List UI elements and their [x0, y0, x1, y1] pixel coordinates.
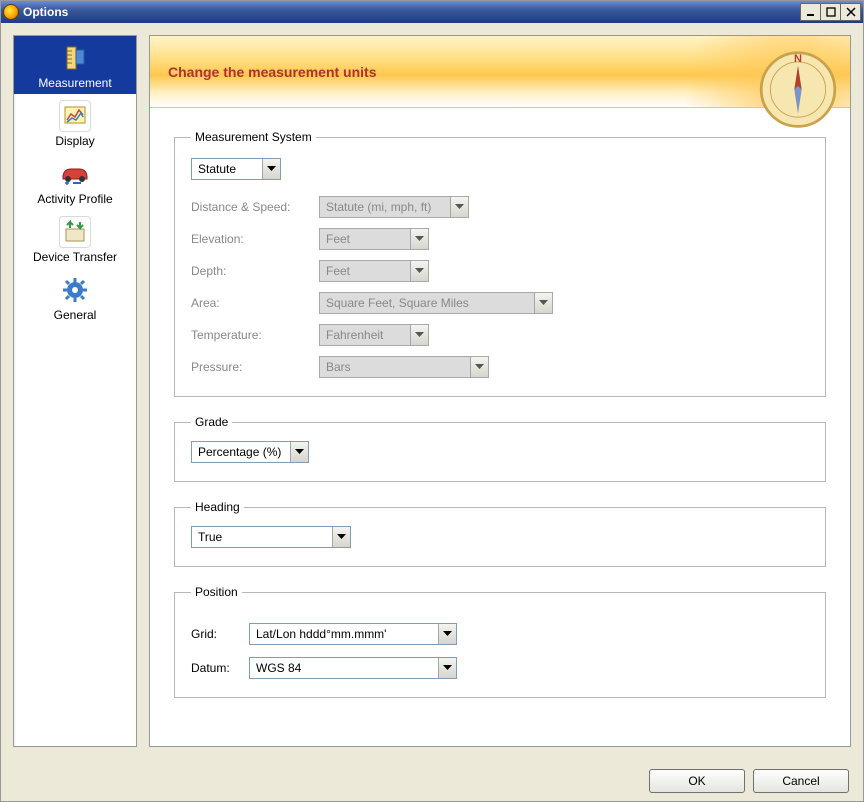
heading-legend: Heading — [191, 500, 244, 514]
select-value: WGS 84 — [250, 661, 438, 675]
area-label: Area: — [191, 296, 319, 310]
temperature-label: Temperature: — [191, 328, 319, 342]
grade-legend: Grade — [191, 415, 232, 429]
elevation-label: Elevation: — [191, 232, 319, 246]
gear-icon — [59, 274, 91, 306]
sidebar-item-label: Display — [55, 134, 94, 148]
grade-select[interactable]: Percentage (%) — [191, 441, 309, 463]
select-value: Feet — [320, 232, 410, 246]
ok-button[interactable]: OK — [649, 769, 745, 793]
sidebar-item-display[interactable]: Display — [14, 94, 136, 152]
chevron-down-icon — [262, 159, 280, 179]
chevron-down-icon — [410, 229, 428, 249]
svg-text:N: N — [794, 53, 802, 65]
form-area: Measurement System Statute Distance & Sp… — [150, 108, 850, 734]
select-value: Bars — [320, 360, 470, 374]
titlebar: Options — [1, 1, 863, 23]
transfer-icon — [59, 216, 91, 248]
options-window: Options — [0, 0, 864, 802]
sidebar-item-measurement[interactable]: Measurement — [14, 36, 136, 94]
temperature-select: Fahrenheit — [319, 324, 429, 346]
car-icon — [59, 158, 91, 190]
position-legend: Position — [191, 585, 242, 599]
main-panel: Change the measurement units N Measureme… — [149, 35, 851, 747]
elevation-select: Feet — [319, 228, 429, 250]
chevron-down-icon — [438, 624, 456, 644]
dialog-buttons: OK Cancel — [1, 759, 863, 801]
window-title: Options — [23, 5, 801, 19]
depth-select: Feet — [319, 260, 429, 282]
select-value: Lat/Lon hddd°mm.mmm' — [250, 627, 438, 641]
distance-speed-select: Statute (mi, mph, ft) — [319, 196, 469, 218]
datum-label: Datum: — [191, 661, 249, 675]
select-value: Feet — [320, 264, 410, 278]
select-value: Percentage (%) — [192, 445, 290, 459]
sidebar-item-label: Measurement — [38, 76, 111, 90]
chevron-down-icon — [470, 357, 488, 377]
app-icon — [3, 4, 19, 20]
measurement-mode-select[interactable]: Statute — [191, 158, 281, 180]
cancel-button[interactable]: Cancel — [753, 769, 849, 793]
category-sidebar: Measurement Display — [13, 35, 137, 747]
chevron-down-icon — [410, 261, 428, 281]
page-title: Change the measurement units — [168, 64, 377, 80]
area-select: Square Feet, Square Miles — [319, 292, 553, 314]
sidebar-item-general[interactable]: General — [14, 268, 136, 326]
window-body: Measurement Display — [1, 23, 863, 801]
sidebar-item-label: Activity Profile — [37, 192, 112, 206]
sidebar-item-label: General — [54, 308, 97, 322]
window-controls — [801, 3, 861, 21]
maximize-button[interactable] — [820, 3, 841, 21]
grid-select[interactable]: Lat/Lon hddd°mm.mmm' — [249, 623, 457, 645]
select-value: Statute (mi, mph, ft) — [320, 200, 450, 214]
content-area: Measurement Display — [1, 23, 863, 759]
heading-select[interactable]: True — [191, 526, 351, 548]
grade-fieldset: Grade Percentage (%) — [174, 415, 826, 482]
datum-select[interactable]: WGS 84 — [249, 657, 457, 679]
compass-icon: N — [752, 38, 844, 130]
pressure-label: Pressure: — [191, 360, 319, 374]
sidebar-item-device-transfer[interactable]: Device Transfer — [14, 210, 136, 268]
chevron-down-icon — [534, 293, 552, 313]
pressure-select: Bars — [319, 356, 489, 378]
minimize-button[interactable] — [800, 3, 821, 21]
heading-fieldset: Heading True — [174, 500, 826, 567]
banner: Change the measurement units N — [150, 36, 850, 108]
select-value: Square Feet, Square Miles — [320, 296, 534, 310]
chevron-down-icon — [290, 442, 308, 462]
chevron-down-icon — [450, 197, 468, 217]
sidebar-item-label: Device Transfer — [33, 250, 117, 264]
close-button[interactable] — [840, 3, 861, 21]
grid-label: Grid: — [191, 627, 249, 641]
depth-label: Depth: — [191, 264, 319, 278]
distance-speed-label: Distance & Speed: — [191, 200, 319, 214]
position-fieldset: Position Grid: Lat/Lon hddd°mm.mmm' Datu… — [174, 585, 826, 698]
measurement-system-fieldset: Measurement System Statute Distance & Sp… — [174, 130, 826, 397]
select-value: Statute — [192, 162, 262, 176]
measurement-system-legend: Measurement System — [191, 130, 316, 144]
select-value: True — [192, 530, 332, 544]
chevron-down-icon — [332, 527, 350, 547]
chevron-down-icon — [438, 658, 456, 678]
ruler-icon — [59, 42, 91, 74]
sidebar-item-activity-profile[interactable]: Activity Profile — [14, 152, 136, 210]
select-value: Fahrenheit — [320, 328, 410, 342]
chevron-down-icon — [410, 325, 428, 345]
display-icon — [59, 100, 91, 132]
